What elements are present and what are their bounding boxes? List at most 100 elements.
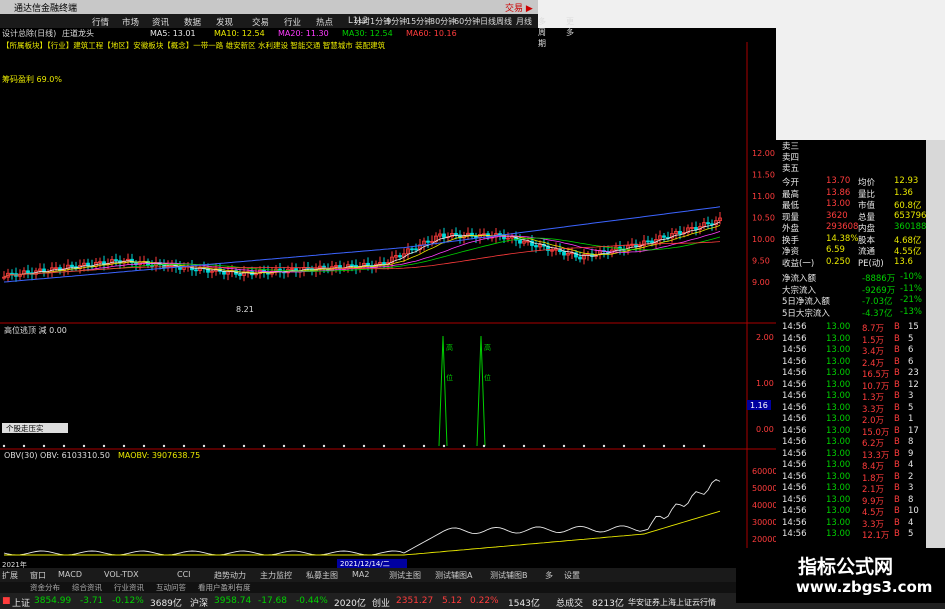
indicator-tab-7[interactable]: 私募主图 (306, 570, 338, 581)
total-amount: 8213亿 (592, 599, 624, 609)
right-toolbar[interactable] (926, 140, 945, 568)
tick-row: 14:56 13.00 13.3万 B 9 (782, 448, 914, 461)
quote-row: 收益(一) 0.250 PE(动) 13.6 (782, 256, 913, 269)
watermark-url: www.zbgs3.com (796, 578, 933, 596)
ma-label-0: MA5: 13.01 (150, 29, 196, 38)
stock-name: 庄道龙头 (62, 28, 94, 38)
sub1-title: 高位逃顶 減 0.00 (4, 325, 67, 335)
window-title: 通达信金融终端 (14, 4, 78, 14)
candle-body (350, 264, 354, 267)
sell5-row: 卖五 (782, 164, 800, 174)
candle-body (398, 255, 402, 258)
sub1-axis-label: 1.00 (756, 379, 774, 388)
tick-row: 14:56 13.00 6.2万 B 8 (782, 437, 914, 449)
sub1-dot (642, 444, 646, 448)
flow-row: 5日净流入额 -7.03亿 -21% (782, 295, 922, 307)
indicator-tabs-2: 资金分布 综合资讯 行业资讯 互动问答 看用户盈利有度 (0, 582, 776, 593)
indicator-tab-2[interactable]: MACD (58, 570, 82, 579)
sh-icon: ■ (2, 596, 11, 606)
total-label: 总成交 (556, 599, 584, 609)
period-toolbar: 分时 1分钟 5分钟 15分钟 30分钟 60分钟 日线 周线 月线 多周期 更多 (0, 14, 574, 48)
candle-body (410, 248, 414, 251)
indicator-tab-5[interactable]: 趋势动力 (214, 570, 246, 581)
period-8[interactable]: 月线 (516, 16, 532, 27)
indicator-tab-1[interactable]: 窗口 (30, 570, 46, 581)
sub1-dot (382, 444, 386, 448)
info-tab-2[interactable]: 行业资讯 (114, 582, 144, 593)
sub1-dot (242, 444, 246, 448)
price-axis-label: 10.00 (752, 235, 775, 244)
profit-label: 筹码盈利 69.0% (2, 74, 62, 84)
sub1-dot (222, 444, 226, 448)
period-5[interactable]: 60分钟 (454, 16, 480, 27)
sub1-dot (262, 444, 266, 448)
sh-pct: -0.12% (112, 596, 144, 606)
info-tab-4[interactable]: 看用户盈利有度 (198, 582, 251, 593)
indicator-tab-11[interactable]: 测试辅图B (490, 570, 528, 581)
indicator-tab-10[interactable]: 测试辅图A (435, 570, 472, 581)
tick-row: 14:56 13.00 16.5万 B 23 (782, 368, 919, 380)
indicator-tab-13[interactable]: 设置 (564, 570, 580, 581)
low-price-label: 8.21 (236, 305, 254, 314)
period-10[interactable]: 更多 (566, 16, 574, 38)
sz-pct: -0.44% (296, 596, 328, 606)
tick-row: 14:56 13.00 15.0万 B 17 (782, 425, 919, 438)
trade-link[interactable]: 交易 ▶ (505, 1, 533, 14)
sub1-dot (542, 444, 546, 448)
tick-row: 14:56 13.00 1.3万 B 3 (782, 391, 914, 403)
sub1-dot (622, 444, 626, 448)
indicator-tab-0[interactable]: 扩展 (2, 570, 18, 581)
indicator-tab-4[interactable]: CCI (177, 570, 191, 579)
sell3-row: 卖三 (782, 142, 800, 152)
sub1-dot (402, 444, 406, 448)
tick-row: 14:56 13.00 2.0万 B 1 (782, 414, 914, 426)
sub1-marker: 位 (484, 373, 491, 382)
sub1-value: 1.16 (750, 401, 768, 410)
candle-body (578, 256, 582, 260)
sub1-dot (122, 444, 126, 448)
candle-body (70, 264, 74, 268)
sz-value: 3958.74 (214, 596, 252, 606)
indicator-tab-9[interactable]: 测试主图 (389, 570, 421, 581)
indicator-tab-12[interactable]: 多 (545, 570, 553, 581)
period-9[interactable]: 多周期 (538, 16, 546, 49)
sh-amount: 3689亿 (150, 599, 182, 609)
sub2-axis-label: 30000 (752, 518, 776, 527)
period-7[interactable]: 周线 (496, 16, 512, 27)
sub2-axis-label: 50000 (752, 484, 776, 493)
sz-label: 沪深 (190, 599, 209, 609)
sub1-dot (342, 444, 346, 448)
cy-amount: 1543亿 (508, 599, 540, 609)
sub2-maobv: MAOBV: 3907638.75 (118, 451, 200, 460)
info-tab-1[interactable]: 综合资讯 (72, 582, 102, 593)
quote-row: 最高 13.86 量比 1.36 (782, 187, 913, 200)
sub1-dot (82, 444, 86, 448)
tick-row: 14:56 13.00 2.4万 B 6 (782, 356, 914, 369)
sub1-marker: 高 (446, 343, 453, 352)
candle-body (366, 262, 370, 266)
sub1-dot (582, 444, 586, 448)
sub1-dot (42, 444, 46, 448)
period-2[interactable]: 5分钟 (386, 16, 407, 27)
indicator-tab-8[interactable]: MA2 (352, 570, 369, 579)
info-tab-0[interactable]: 资金分布 (30, 582, 60, 593)
candle-body (382, 262, 386, 265)
quote-row: 现量 3620 总量 653796 (782, 210, 927, 223)
period-3[interactable]: 15分钟 (406, 16, 432, 27)
quote-panel: 卖三 卖四 卖五 今开 13.70 均价 12.93 最高 13.86 量比 1.36 最低 13… (776, 140, 926, 568)
period-6[interactable]: 日线 (480, 16, 496, 27)
sub2-axis-label: 20000 (752, 535, 776, 544)
price-axis-label: 9.50 (752, 257, 770, 266)
indicator-tab-3[interactable]: VOL-TDX (104, 570, 139, 579)
period-4[interactable]: 30分钟 (430, 16, 456, 27)
sub1-dot (682, 444, 686, 448)
info-tab-3[interactable]: 互动问答 (156, 582, 186, 593)
candle-body (454, 233, 458, 236)
candle-body (238, 273, 242, 276)
candle-body (650, 240, 654, 244)
sub1-marker: 位 (446, 373, 453, 382)
kline-chart[interactable]: 设计总除(日线) 庄道龙头 MA5: 13.01 MA10: 12.54 MA20: 1… (0, 28, 776, 568)
period-0[interactable]: 分时 (354, 16, 370, 27)
indicator-tab-6[interactable]: 主力监控 (260, 570, 292, 581)
sub1-marker: 高 (484, 343, 491, 352)
